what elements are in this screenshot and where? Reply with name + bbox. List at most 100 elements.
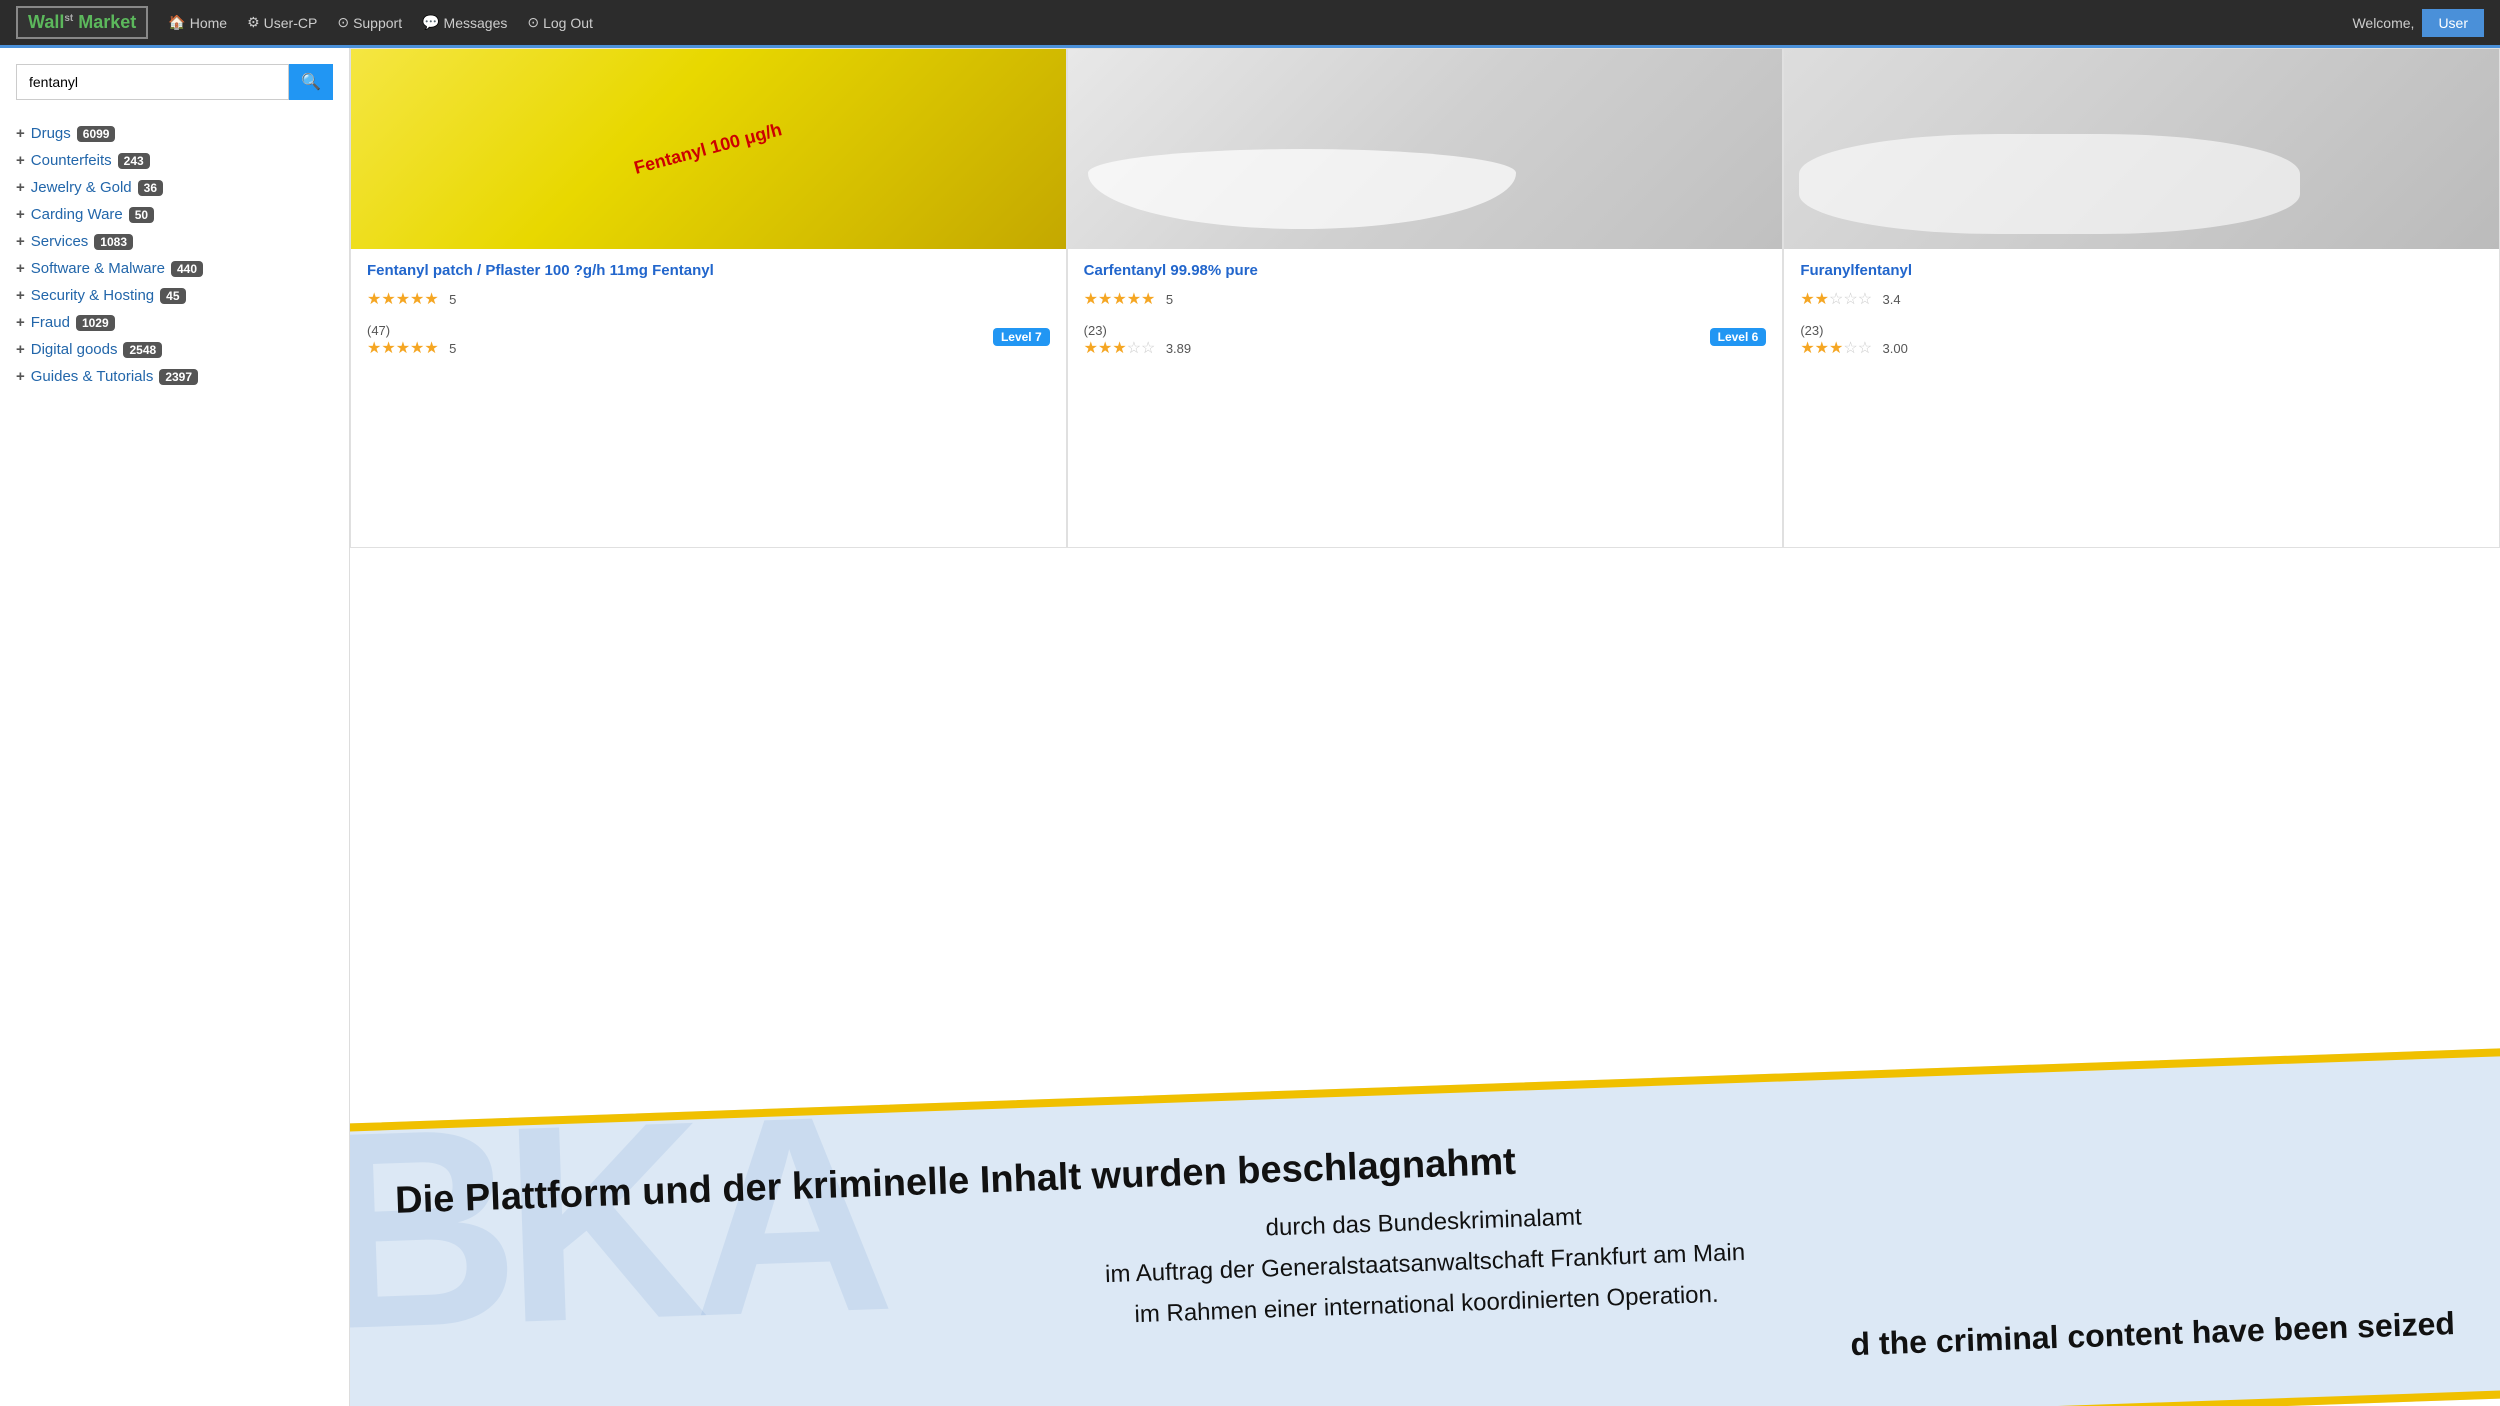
stars-row-bottom-1: ★★★★★ 5 [367,338,456,358]
category-link-guides[interactable]: + Guides & Tutorials 2397 [16,368,333,385]
rating-score-1: 5 [449,292,456,307]
plus-icon: + [16,179,25,196]
category-item-digital[interactable]: + Digital goods 2548 [16,336,333,363]
bka-subtitle-line3: im Rahmen einer international koordinier… [1134,1280,1719,1327]
product-title-2[interactable]: Carfentanyl 99.98% pure [1084,261,1767,281]
category-badge: 2397 [159,369,198,385]
product-card-2[interactable]: Carfentanyl 99.98% pure ★★★★★ 5 (23) ★★★… [1067,48,1784,548]
stars-full-1: ★★★★★ [367,291,439,308]
bka-watermark: BKA [350,1073,882,1372]
nav-logout-label: Log Out [543,15,593,31]
category-item-software[interactable]: + Software & Malware 440 [16,255,333,282]
product-card-3[interactable]: Furanylfentanyl ★★☆☆☆ 3.4 (23) ★★★☆☆ 3.0… [1783,48,2500,548]
category-label: Counterfeits [31,152,112,169]
bka-subtitle-line2: im Auftrag der Generalstaatsanwaltschaft… [1105,1238,1746,1287]
review-count-1: (47) [367,323,456,338]
search-input[interactable] [16,64,289,100]
nav-messages-label: Messages [444,15,508,31]
main-container: 🔍 + Drugs 6099 + Counterfeits 243 [0,48,2500,1406]
logout-icon: ⊙ [527,14,539,31]
nav-support[interactable]: ⊙ Support [337,14,402,31]
bka-notice: BKA Die Plattform und der kriminelle Inh… [350,1048,2500,1406]
nav-home-label: Home [190,15,227,31]
category-link-software[interactable]: + Software & Malware 440 [16,260,333,277]
stars-empty-bottom-3: ☆☆ [1843,340,1872,357]
plus-icon: + [16,314,25,331]
product-title-3[interactable]: Furanylfentanyl [1800,261,2483,281]
plus-icon: + [16,125,25,142]
bka-subtitle-line1: durch das Bundeskriminalamt [1265,1203,1582,1241]
category-label: Fraud [31,314,70,331]
site-header: Wallst Market 🏠 Home ⚙ User-CP ⊙ Support… [0,0,2500,48]
category-badge: 2548 [123,342,162,358]
welcome-area: Welcome, User [2352,9,2484,37]
nav-messages[interactable]: 💬 Messages [422,14,507,31]
plus-icon: + [16,368,25,385]
category-item-jewelry[interactable]: + Jewelry & Gold 36 [16,174,333,201]
nav-support-label: Support [353,15,402,31]
stars-empty-2: ☆☆ [1127,340,1156,357]
plus-icon: + [16,233,25,250]
category-label: Digital goods [31,341,118,358]
nav-user-cp[interactable]: ⚙ User-CP [247,14,317,31]
category-link-services[interactable]: + Services 1083 [16,233,333,250]
category-label: Security & Hosting [31,287,154,304]
category-label: Drugs [31,125,71,142]
product-rating-row-2: ★★★★★ 5 [1084,289,1767,309]
product-title-1[interactable]: Fentanyl patch / Pflaster 100 ?g/h 11mg … [367,261,1050,281]
stars-row-bottom-2: ★★★☆☆ 3.89 [1084,338,1191,358]
category-item-fraud[interactable]: + Fraud 1029 [16,309,333,336]
category-item-carding[interactable]: + Carding Ware 50 [16,201,333,228]
reviews-info-3: (23) ★★★☆☆ 3.00 [1800,317,1907,358]
product-info-3: Furanylfentanyl ★★☆☆☆ 3.4 (23) ★★★☆☆ 3.0… [1784,249,2499,370]
product-card-1[interactable]: Fentanyl patch / Pflaster 100 ?g/h 11mg … [350,48,1067,548]
logo-market: Market [78,12,136,32]
category-item-guides[interactable]: + Guides & Tutorials 2397 [16,363,333,390]
home-icon: 🏠 [168,14,185,31]
bka-main-title: Die Plattform und der kriminelle Inhalt … [395,1108,2449,1223]
rating-bottom-2: 3.89 [1166,341,1191,356]
logo-sup: st [64,13,73,24]
category-item-security[interactable]: + Security & Hosting 45 [16,282,333,309]
category-badge: 243 [118,153,150,169]
category-label: Carding Ware [31,206,123,223]
rating-bottom-3: 3.00 [1883,341,1908,356]
gear-icon: ⚙ [247,14,260,31]
product-footer-3: (23) ★★★☆☆ 3.00 [1800,317,2483,358]
category-badge: 36 [138,180,163,196]
category-link-carding[interactable]: + Carding Ware 50 [16,206,333,223]
category-link-counterfeits[interactable]: + Counterfeits 243 [16,152,333,169]
product-image-1 [351,49,1066,249]
nav-logout[interactable]: ⊙ Log Out [527,14,593,31]
plus-icon: + [16,287,25,304]
reviews-info-2: (23) ★★★☆☆ 3.89 [1084,317,1191,358]
category-link-drugs[interactable]: + Drugs 6099 [16,125,333,142]
bka-english-title: d the criminal content have been seized [401,1305,2455,1406]
stars-full-3: ★★ [1800,291,1829,308]
bka-subtitle-de: durch das Bundeskriminalamt im Auftrag d… [397,1167,2454,1361]
category-badge: 50 [129,207,154,223]
message-icon: 💬 [422,14,439,31]
stars-bottom-1: ★★★★★ [367,340,439,357]
category-link-jewelry[interactable]: + Jewelry & Gold 36 [16,179,333,196]
level-badge-2: Level 6 [1710,328,1767,346]
category-link-security[interactable]: + Security & Hosting 45 [16,287,333,304]
plus-icon: + [16,152,25,169]
category-item-drugs[interactable]: + Drugs 6099 [16,120,333,147]
stars-bottom-2: ★★★ [1084,340,1127,357]
search-button[interactable]: 🔍 [289,64,333,100]
user-account-button[interactable]: User [2422,9,2484,37]
review-count-3: (23) [1800,323,1907,338]
category-item-services[interactable]: + Services 1083 [16,228,333,255]
main-nav: 🏠 Home ⚙ User-CP ⊙ Support 💬 Messages ⊙ … [168,14,2352,31]
nav-home[interactable]: 🏠 Home [168,14,227,31]
nav-usercp-label: User-CP [264,15,318,31]
stars-row-bottom-3: ★★★☆☆ 3.00 [1800,338,1907,358]
category-link-fraud[interactable]: + Fraud 1029 [16,314,333,331]
category-link-digital[interactable]: + Digital goods 2548 [16,341,333,358]
logo-wall: Wall [28,12,64,32]
content-area: Fentanyl patch / Pflaster 100 ?g/h 11mg … [350,48,2500,1406]
category-badge: 6099 [77,126,116,142]
category-item-counterfeits[interactable]: + Counterfeits 243 [16,147,333,174]
site-logo: Wallst Market [16,6,148,39]
